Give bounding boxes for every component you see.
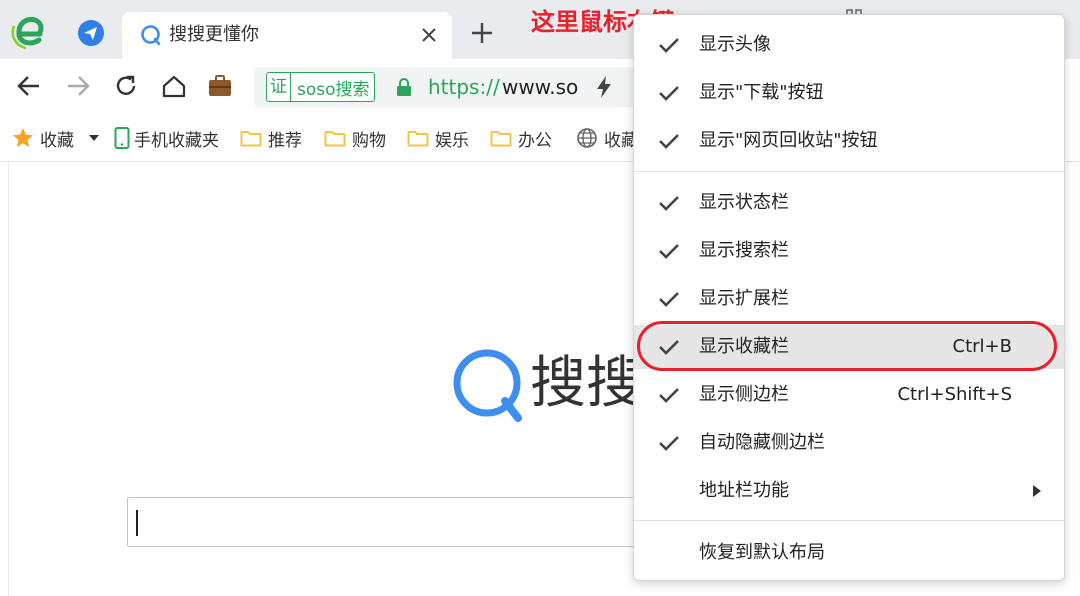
bookmark-label: 推荐 xyxy=(268,130,302,151)
bookmark-label: 办公 xyxy=(518,130,552,151)
text-caret xyxy=(136,510,138,536)
check-icon xyxy=(659,244,679,259)
bookmark-folder-entertainment[interactable]: 娱乐 xyxy=(407,125,469,151)
bookmark-label: 购物 xyxy=(352,130,386,151)
menu-label: 显示"下载"按钮 xyxy=(699,82,824,103)
address-bar[interactable]: 证 soso搜索 https:// www.so xyxy=(254,67,654,107)
menu-label: 恢复到默认布局 xyxy=(699,542,825,563)
caret-down-icon[interactable] xyxy=(88,132,100,144)
menu-label: 显示扩展栏 xyxy=(699,288,789,309)
bookmark-label: 娱乐 xyxy=(435,130,469,151)
url-host: www.so xyxy=(502,75,579,99)
folder-icon xyxy=(324,131,346,147)
phone-icon xyxy=(114,127,130,149)
bookmark-mobile-favorites[interactable]: 手机收藏夹 xyxy=(114,125,219,151)
menu-label: 显示头像 xyxy=(699,34,771,55)
check-icon xyxy=(659,196,679,211)
reload-icon[interactable] xyxy=(113,73,139,99)
menu-item-auto-hide-sidebar[interactable]: 自动隐藏侧边栏 xyxy=(634,421,1064,465)
back-icon[interactable] xyxy=(16,73,42,99)
menu-separator xyxy=(634,520,1064,521)
submenu-arrow-icon xyxy=(1033,485,1041,497)
folder-icon xyxy=(490,131,512,147)
new-tab-plus-icon[interactable] xyxy=(470,21,494,45)
content-divider xyxy=(8,162,9,596)
star-icon xyxy=(13,128,33,147)
menu-separator xyxy=(634,171,1064,172)
soso-q-icon xyxy=(141,25,161,46)
menu-label: 显示收藏栏 xyxy=(699,336,789,357)
tab-title: 搜搜更懂你 xyxy=(169,24,259,45)
browser-e-logo-icon[interactable] xyxy=(10,12,48,50)
cert-badge[interactable]: 证 soso搜索 xyxy=(266,72,375,102)
menu-label: 显示侧边栏 xyxy=(699,384,789,405)
bookmark-favorites[interactable]: 收藏 xyxy=(12,125,100,151)
folder-icon xyxy=(240,131,262,147)
search-input[interactable] xyxy=(127,497,647,547)
cert-mark: 证 xyxy=(267,73,291,101)
menu-label: 显示状态栏 xyxy=(699,192,789,213)
menu-label: 显示搜索栏 xyxy=(699,240,789,261)
tab-active[interactable]: 搜搜更懂你 xyxy=(122,12,452,59)
lock-icon[interactable] xyxy=(396,77,412,97)
context-menu: 显示头像 显示"下载"按钮 显示"网页回收站"按钮 显示状态栏 显示搜索栏 显示… xyxy=(633,14,1065,581)
pinned-tab-send-icon[interactable] xyxy=(76,18,106,48)
menu-shortcut: Ctrl+B xyxy=(952,336,1012,357)
menu-item-show-bookmarks-bar[interactable]: 显示收藏栏 Ctrl+B xyxy=(634,325,1064,369)
bookmark-folder-recommended[interactable]: 推荐 xyxy=(240,125,302,151)
check-icon xyxy=(659,436,679,451)
url-protocol: https:// xyxy=(428,75,500,99)
menu-label: 显示"网页回收站"按钮 xyxy=(699,130,878,151)
bookmark-folder-shopping[interactable]: 购物 xyxy=(324,125,386,151)
lightning-icon[interactable] xyxy=(594,75,614,99)
forward-icon[interactable] xyxy=(65,73,91,99)
globe-icon xyxy=(577,128,597,148)
bookmark-label: 手机收藏夹 xyxy=(134,130,219,151)
menu-item-show-search-bar[interactable]: 显示搜索栏 xyxy=(634,229,1064,273)
menu-item-show-status-bar[interactable]: 显示状态栏 xyxy=(634,181,1064,225)
folder-icon xyxy=(407,131,429,147)
menu-item-show-download-button[interactable]: 显示"下载"按钮 xyxy=(634,71,1064,115)
soso-brand-text: 搜搜 xyxy=(530,351,642,416)
menu-item-show-recycle-button[interactable]: 显示"网页回收站"按钮 xyxy=(634,119,1064,163)
check-icon xyxy=(659,340,679,355)
briefcase-icon[interactable] xyxy=(207,73,233,99)
home-icon[interactable] xyxy=(161,73,187,99)
menu-item-show-avatar[interactable]: 显示头像 xyxy=(634,23,1064,67)
bookmark-folder-office[interactable]: 办公 xyxy=(490,125,552,151)
menu-label: 地址栏功能 xyxy=(699,480,789,501)
soso-logo-icon xyxy=(453,349,522,422)
menu-item-show-extension-bar[interactable]: 显示扩展栏 xyxy=(634,277,1064,321)
check-icon xyxy=(659,38,679,53)
check-icon xyxy=(659,388,679,403)
check-icon xyxy=(659,134,679,149)
bookmark-label: 收藏 xyxy=(40,130,74,151)
menu-item-restore-default-layout[interactable]: 恢复到默认布局 xyxy=(634,531,1064,575)
cert-name: soso搜索 xyxy=(297,79,370,100)
check-icon xyxy=(659,292,679,307)
menu-shortcut: Ctrl+Shift+S xyxy=(897,384,1012,405)
check-icon xyxy=(659,86,679,101)
bookmark-site[interactable]: 收藏 xyxy=(576,125,638,151)
close-icon[interactable] xyxy=(420,26,438,44)
menu-label: 自动隐藏侧边栏 xyxy=(699,432,825,453)
menu-item-address-bar-features[interactable]: 地址栏功能 xyxy=(634,469,1064,513)
menu-item-show-sidebar[interactable]: 显示侧边栏 Ctrl+Shift+S xyxy=(634,373,1064,417)
